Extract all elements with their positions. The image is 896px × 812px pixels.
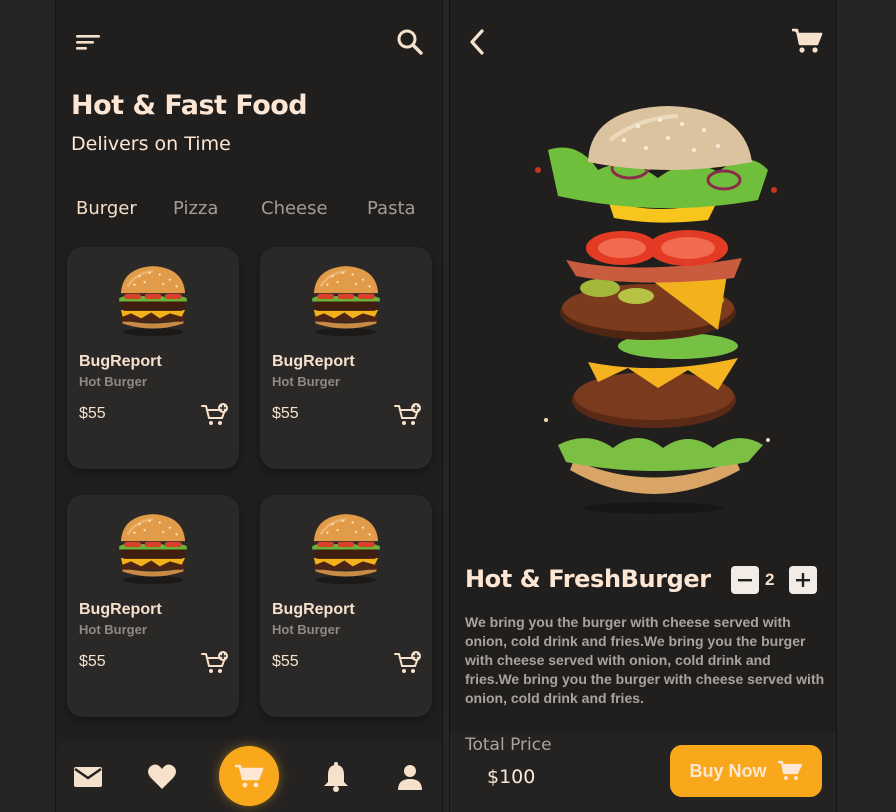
- product-name: BugReport: [79, 353, 162, 370]
- product-name: BugReport: [272, 353, 355, 370]
- product-name: BugReport: [79, 601, 162, 618]
- add-to-cart-icon[interactable]: [394, 403, 422, 427]
- menu-icon[interactable]: [72, 28, 104, 56]
- page-subtitle: Delivers on Time: [71, 133, 231, 155]
- tab-pizza[interactable]: Pizza: [173, 198, 218, 219]
- decrease-quantity-button[interactable]: [731, 566, 759, 594]
- bottom-nav: [56, 740, 442, 812]
- product-card[interactable]: BugReport Hot Burger $55: [67, 247, 239, 469]
- product-card[interactable]: BugReport Hot Burger $55: [260, 495, 432, 717]
- tab-cheese[interactable]: Cheese: [261, 198, 328, 219]
- add-to-cart-icon[interactable]: [201, 651, 229, 675]
- mail-icon[interactable]: [71, 760, 105, 794]
- product-card[interactable]: BugReport Hot Burger $55: [260, 247, 432, 469]
- back-arrow-icon[interactable]: [462, 26, 492, 58]
- total-price-value: $100: [487, 766, 536, 788]
- product-subtitle: Hot Burger: [272, 622, 340, 637]
- product-subtitle: Hot Burger: [272, 374, 340, 389]
- cart-icon: [777, 760, 802, 780]
- home-screen: Hot & Fast Food Delivers on Time Burger …: [55, 0, 443, 812]
- product-name: BugReport: [272, 601, 355, 618]
- product-subtitle: Hot Burger: [79, 622, 147, 637]
- search-icon[interactable]: [393, 26, 427, 58]
- add-to-cart-icon[interactable]: [394, 651, 422, 675]
- increase-quantity-button[interactable]: [789, 566, 817, 594]
- product-price: $55: [272, 653, 299, 670]
- total-price-label: Total Price: [465, 735, 552, 755]
- cart-icon[interactable]: [790, 26, 824, 56]
- add-to-cart-icon[interactable]: [201, 403, 229, 427]
- detail-screen: Hot & FreshBurger 2 We bring you the bur…: [449, 0, 837, 812]
- product-card[interactable]: BugReport Hot Burger $55: [67, 495, 239, 717]
- burger-image: [302, 509, 390, 585]
- page-title: Hot & Fast Food: [71, 90, 308, 121]
- category-tabs: Burger Pizza Cheese Pasta: [76, 198, 436, 226]
- burger-hero-image: [535, 106, 777, 514]
- quantity-value: 2: [765, 570, 775, 589]
- product-price: $55: [79, 405, 106, 422]
- bell-icon[interactable]: [319, 760, 353, 794]
- product-price: $55: [79, 653, 106, 670]
- tab-pasta[interactable]: Pasta: [367, 198, 416, 219]
- product-price: $55: [272, 405, 299, 422]
- burger-image: [109, 261, 197, 337]
- user-icon[interactable]: [393, 760, 427, 794]
- tab-burger[interactable]: Burger: [76, 198, 137, 219]
- burger-image: [109, 509, 197, 585]
- cart-icon[interactable]: [219, 746, 279, 806]
- buy-now-label: Buy Now: [689, 760, 767, 781]
- heart-icon[interactable]: [145, 760, 179, 794]
- product-title: Hot & FreshBurger: [465, 565, 711, 593]
- product-description: We bring you the burger with cheese serv…: [465, 614, 825, 706]
- product-subtitle: Hot Burger: [79, 374, 147, 389]
- burger-image: [302, 261, 390, 337]
- buy-now-button[interactable]: Buy Now: [670, 745, 822, 797]
